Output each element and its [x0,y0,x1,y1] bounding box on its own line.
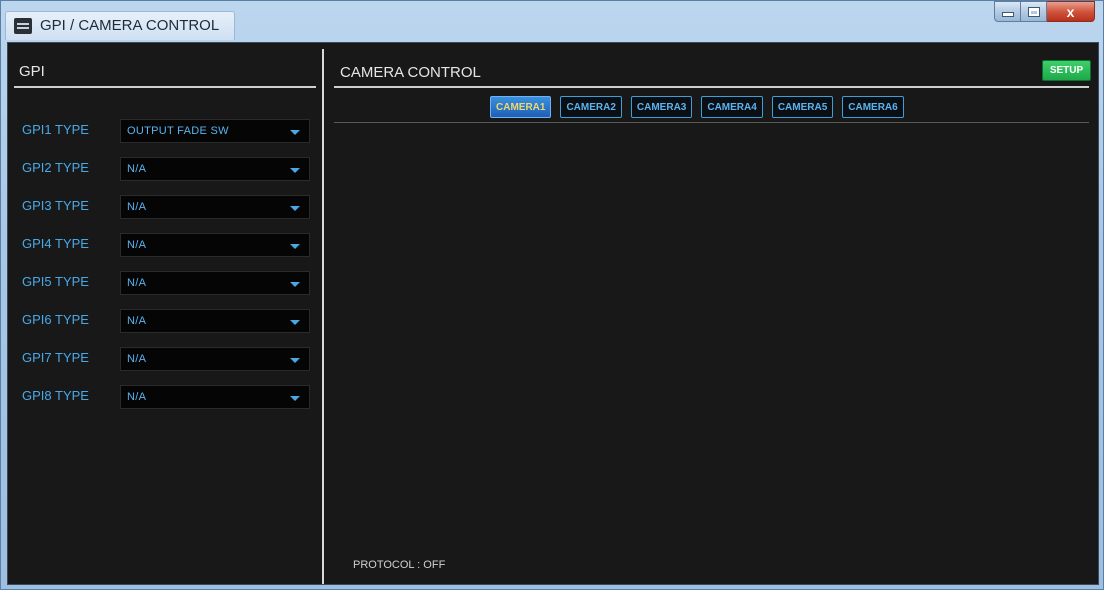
setup-button[interactable]: SETUP [1042,60,1091,81]
gpi-type-label: GPI8 TYPE [22,388,89,403]
gpi-row: GPI1 TYPE OUTPUT FADE SW [22,119,312,143]
gpi-row: GPI6 TYPE N/A [22,309,312,333]
gpi-type-label: GPI4 TYPE [22,236,89,251]
gpi-row: GPI4 TYPE N/A [22,233,312,257]
window-controls: x [994,1,1095,23]
tab-camera3[interactable]: CAMERA3 [630,96,693,118]
gpi-type-label: GPI1 TYPE [22,122,89,137]
gpi-row: GPI3 TYPE N/A [22,195,312,219]
gpi-type-label: GPI6 TYPE [22,312,89,327]
camera-tabs-divider [334,122,1089,123]
panel-divider [322,49,324,584]
gpi-type-value: N/A [127,315,147,327]
chevron-down-icon[interactable] [290,320,300,325]
tab-camera1[interactable]: CAMERA1 [490,96,552,118]
gpi-type-select[interactable]: N/A [120,385,310,409]
close-icon: x [1066,3,1075,20]
window-title: GPI / CAMERA CONTROL [40,17,220,34]
gpi-type-select[interactable]: N/A [120,233,310,257]
maximize-icon [1027,6,1040,17]
chevron-down-icon[interactable] [290,244,300,249]
client-area: GPI GPI1 TYPE OUTPUT FADE SW GPI2 TYPE N/A G… [7,42,1099,585]
gpi-type-value: N/A [127,277,147,289]
gpi-type-value: N/A [127,391,147,403]
chevron-down-icon[interactable] [290,130,300,135]
gpi-type-value: N/A [127,201,147,213]
camera-control-panel: CAMERA CONTROL SETUP CAMERA1 CAMERA2 CAMER… [325,43,1098,584]
app-window: GPI / CAMERA CONTROL x GPI GPI1 TYPE OUTP… [0,0,1104,590]
chevron-down-icon[interactable] [290,168,300,173]
gpi-type-value: N/A [127,239,147,251]
gpi-type-select[interactable]: N/A [120,157,310,181]
camera-panel-title: CAMERA CONTROL [340,64,481,81]
gpi-type-value: N/A [127,353,147,365]
title-bar[interactable]: GPI / CAMERA CONTROL x [1,1,1103,41]
gpi-row: GPI5 TYPE N/A [22,271,312,295]
gpi-title-divider [14,86,316,88]
maximize-button[interactable] [1021,1,1047,22]
gpi-type-value: N/A [127,163,147,175]
chevron-down-icon[interactable] [290,282,300,287]
close-button[interactable]: x [1047,1,1095,22]
gpi-type-label: GPI7 TYPE [22,350,89,365]
gpi-type-select[interactable]: OUTPUT FADE SW [120,119,310,143]
minimize-icon [1001,12,1014,17]
chevron-down-icon[interactable] [290,206,300,211]
title-tab: GPI / CAMERA CONTROL [5,11,235,40]
gpi-type-select[interactable]: N/A [120,309,310,333]
gpi-row: GPI8 TYPE N/A [22,385,312,409]
gpi-panel: GPI GPI1 TYPE OUTPUT FADE SW GPI2 TYPE N/A G… [8,43,321,584]
protocol-status: PROTOCOL : OFF [353,559,446,571]
gpi-type-select[interactable]: N/A [120,271,310,295]
chevron-down-icon[interactable] [290,396,300,401]
tab-camera6[interactable]: CAMERA6 [842,96,904,118]
minimize-button[interactable] [994,1,1021,22]
camera-tabs: CAMERA1 CAMERA2 CAMERA3 CAMERA4 CAMERA5 CAMER… [490,96,913,118]
app-icon [14,18,32,34]
gpi-panel-title: GPI [19,63,45,80]
gpi-row: GPI7 TYPE N/A [22,347,312,371]
camera-title-divider [334,86,1089,88]
gpi-type-label: GPI3 TYPE [22,198,89,213]
gpi-type-label: GPI5 TYPE [22,274,89,289]
tab-camera2[interactable]: CAMERA2 [560,96,622,118]
gpi-type-select[interactable]: N/A [120,195,310,219]
chevron-down-icon[interactable] [290,358,300,363]
gpi-row: GPI2 TYPE N/A [22,157,312,181]
gpi-type-label: GPI2 TYPE [22,160,89,175]
tab-camera4[interactable]: CAMERA4 [701,96,763,118]
gpi-type-value: OUTPUT FADE SW [127,125,229,137]
gpi-type-select[interactable]: N/A [120,347,310,371]
tab-camera5[interactable]: CAMERA5 [771,96,834,118]
